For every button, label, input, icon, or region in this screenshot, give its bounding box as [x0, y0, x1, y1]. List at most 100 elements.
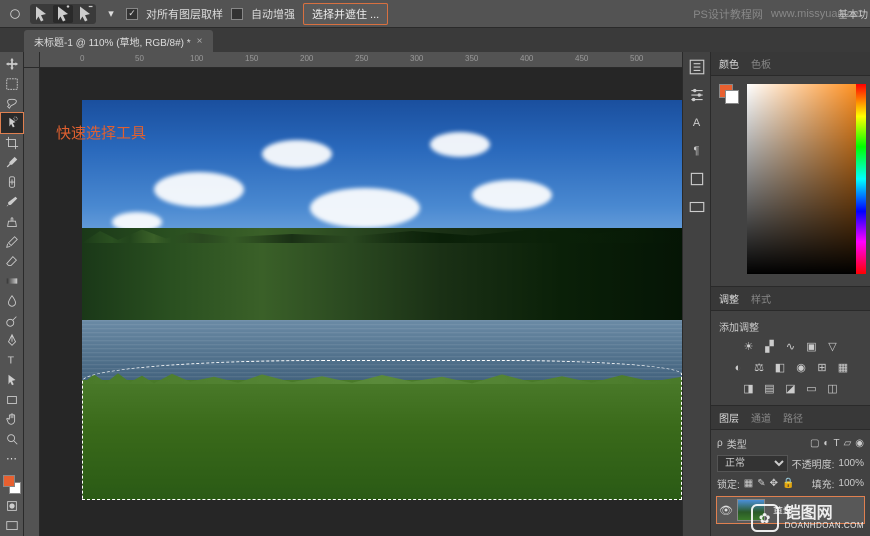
eyedropper-tool[interactable]: [1, 153, 23, 173]
document-tab-bar: 未标题-1 @ 110% (草地, RGB/8#) * ×: [0, 28, 870, 52]
curves-adj-icon[interactable]: ∿: [783, 339, 798, 354]
path-selection-tool[interactable]: [1, 370, 23, 390]
new-selection-button[interactable]: [31, 5, 51, 23]
edit-toolbar-icon[interactable]: ⋯: [1, 449, 23, 469]
layers-tab[interactable]: 图层: [719, 410, 739, 425]
select-and-mask-button[interactable]: 选择并遮住 ...: [303, 3, 388, 25]
brightness-adj-icon[interactable]: ☀: [741, 339, 756, 354]
threshold-adj-icon[interactable]: ◪: [783, 381, 798, 396]
eraser-tool[interactable]: [1, 252, 23, 272]
crop-tool[interactable]: [1, 133, 23, 153]
foreground-background-colors[interactable]: [1, 473, 23, 497]
quick-selection-tool[interactable]: [1, 113, 23, 133]
canvas-image[interactable]: [82, 100, 682, 500]
adjustments-tab[interactable]: 调整: [719, 291, 739, 306]
healing-brush-tool[interactable]: [1, 173, 23, 193]
gradient-map-adj-icon[interactable]: ▭: [804, 381, 819, 396]
type-tool[interactable]: T: [1, 350, 23, 370]
watermark: ✿ 铠图网 DOANHDOAN.COM: [751, 504, 864, 532]
background-swatch[interactable]: [725, 90, 739, 104]
auto-enhance-checkbox[interactable]: [231, 8, 243, 20]
photo-filter-adj-icon[interactable]: ◉: [794, 360, 809, 375]
marquee-tool[interactable]: [1, 74, 23, 94]
options-bar: ▾ ✓ 对所有图层取样 自动增强 选择并遮住 ... PS设计教程网 www.m…: [0, 0, 870, 28]
quick-mask-icon[interactable]: [1, 496, 23, 516]
bw-adj-icon[interactable]: ◧: [773, 360, 788, 375]
collapsed-panels-column: A ¶: [682, 52, 710, 536]
screen-mode-icon[interactable]: [1, 516, 23, 536]
blur-tool[interactable]: [1, 291, 23, 311]
dodge-tool[interactable]: [1, 311, 23, 331]
lock-trans-icon[interactable]: ▦: [744, 478, 753, 489]
gradient-tool[interactable]: [1, 271, 23, 291]
paragraph-panel-icon[interactable]: ¶: [688, 142, 706, 160]
colorbal-adj-icon[interactable]: ⚖: [752, 360, 767, 375]
exposure-adj-icon[interactable]: ▣: [804, 339, 819, 354]
site-label: PS设计教程网: [693, 6, 763, 22]
lookup-adj-icon[interactable]: ▦: [836, 360, 851, 375]
color-picker-panel[interactable]: [711, 76, 870, 286]
kind-filter-icon[interactable]: ρ: [717, 438, 723, 449]
ruler-origin[interactable]: [24, 52, 40, 68]
add-selection-button[interactable]: [53, 5, 73, 23]
zoom-tool[interactable]: [1, 429, 23, 449]
fill-value[interactable]: 100%: [838, 478, 864, 489]
pen-tool[interactable]: [1, 331, 23, 351]
move-tool[interactable]: [1, 54, 23, 74]
hue-adj-icon[interactable]: ◐: [731, 360, 746, 375]
horizontal-ruler[interactable]: 050100150200250300350400450500550: [40, 52, 682, 68]
info-panel-icon[interactable]: [688, 198, 706, 216]
character-panel-icon[interactable]: A: [688, 114, 706, 132]
channel-mixer-adj-icon[interactable]: ⊞: [815, 360, 830, 375]
lock-pos-icon[interactable]: ✥: [770, 478, 778, 489]
document-tab-title: 未标题-1 @ 110% (草地, RGB/8#) *: [34, 34, 191, 49]
lock-all-icon[interactable]: 🔒: [782, 478, 794, 489]
vertical-ruler[interactable]: [24, 68, 40, 536]
filter-smart-icon[interactable]: ◉: [855, 438, 864, 449]
lasso-tool[interactable]: [1, 94, 23, 114]
paths-tab[interactable]: 路径: [783, 410, 803, 425]
vibrance-adj-icon[interactable]: ▽: [825, 339, 840, 354]
filter-adj-icon[interactable]: ◐: [823, 438, 829, 449]
channels-tab[interactable]: 通道: [751, 410, 771, 425]
toolbox: T ⋯: [0, 52, 24, 536]
brush-tool[interactable]: [1, 192, 23, 212]
selective-color-adj-icon[interactable]: ◫: [825, 381, 840, 396]
canvas-area[interactable]: 050100150200250300350400450500550 快速选择工具: [24, 52, 682, 536]
hue-slider[interactable]: [856, 84, 866, 274]
basic-tag: 基本功: [838, 6, 868, 21]
history-panel-icon[interactable]: [688, 58, 706, 76]
hand-tool[interactable]: [1, 410, 23, 430]
brushes-panel-icon[interactable]: [688, 170, 706, 188]
filter-pixel-icon[interactable]: ▢: [810, 438, 819, 449]
tool-preset-icon[interactable]: [8, 7, 22, 21]
auto-enhance-label: 自动增强: [251, 6, 295, 22]
filter-type-icon[interactable]: T: [833, 438, 839, 449]
sample-all-layers-checkbox[interactable]: ✓: [126, 8, 138, 20]
svg-text:T: T: [7, 355, 14, 367]
posterize-adj-icon[interactable]: ▤: [762, 381, 777, 396]
clone-stamp-tool[interactable]: [1, 212, 23, 232]
adjustments-panel-tabs: 调整 样式: [711, 287, 870, 311]
invert-adj-icon[interactable]: ◨: [741, 381, 756, 396]
watermark-logo-icon: ✿: [751, 504, 779, 532]
color-tab[interactable]: 颜色: [719, 56, 739, 71]
add-adjustment-label: 添加调整: [719, 317, 862, 336]
brush-size-dropdown[interactable]: ▾: [104, 7, 118, 21]
properties-panel-icon[interactable]: [688, 86, 706, 104]
document-tab[interactable]: 未标题-1 @ 110% (草地, RGB/8#) * ×: [24, 30, 213, 52]
styles-tab[interactable]: 样式: [751, 291, 771, 306]
lock-paint-icon[interactable]: ✎: [757, 478, 765, 489]
swatches-tab[interactable]: 色板: [751, 56, 771, 71]
blend-mode-select[interactable]: 正常: [717, 455, 788, 472]
color-field[interactable]: [747, 84, 857, 274]
history-brush-tool[interactable]: [1, 232, 23, 252]
opacity-value[interactable]: 100%: [838, 458, 864, 469]
lock-label: 锁定:: [717, 476, 740, 491]
filter-shape-icon[interactable]: ▱: [844, 438, 852, 449]
subtract-selection-button[interactable]: [75, 5, 95, 23]
rectangle-tool[interactable]: [1, 390, 23, 410]
levels-adj-icon[interactable]: ▞: [762, 339, 777, 354]
close-tab-icon[interactable]: ×: [197, 36, 203, 47]
layer-visibility-icon[interactable]: 👁: [719, 504, 733, 517]
